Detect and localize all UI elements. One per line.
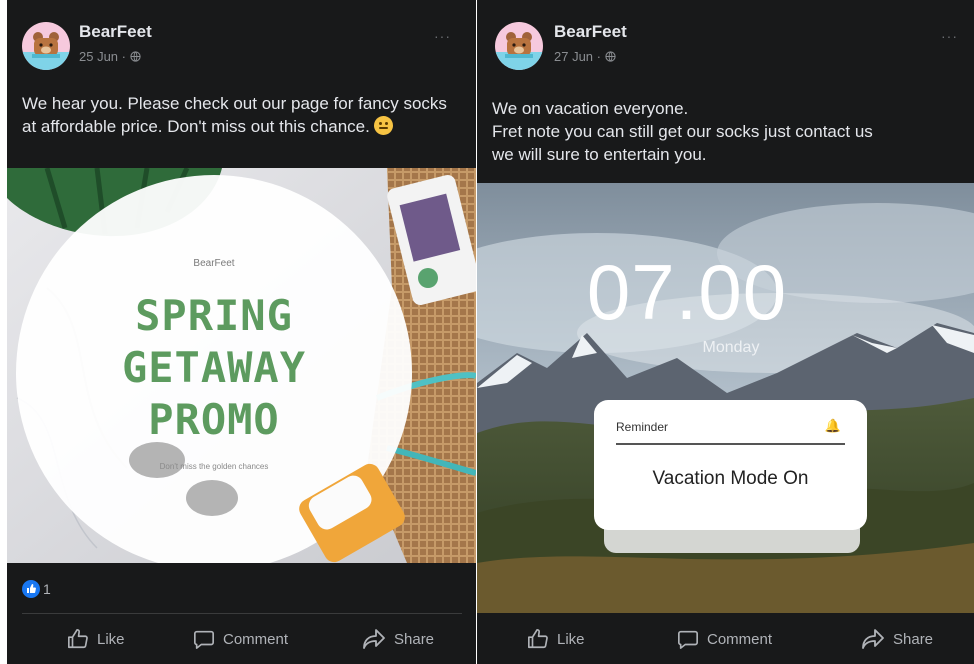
bear-logo-icon	[495, 32, 543, 70]
post-card-1: BearFeet 25 Jun · ··· We hear you. Pleas…	[7, 0, 476, 664]
reminder-title: Reminder	[616, 420, 669, 434]
caption-line-1: We on vacation everyone.	[492, 99, 689, 118]
page-avatar[interactable]	[495, 22, 543, 70]
page-name[interactable]: BearFeet	[79, 22, 152, 42]
post-date-text: 27 Jun ·	[554, 49, 605, 64]
page-avatar[interactable]	[22, 22, 70, 70]
promo-tagline: Don't miss the golden chances	[159, 462, 269, 471]
globe-icon	[129, 51, 141, 62]
post-caption: We hear you. Please check out our page f…	[22, 92, 462, 138]
more-options-icon[interactable]: ···	[434, 28, 451, 44]
like-button[interactable]: Like	[527, 628, 585, 650]
share-icon	[862, 629, 884, 649]
comment-icon	[194, 630, 214, 649]
reminder-text: Vacation Mode On	[652, 468, 809, 489]
promo-image[interactable]: BearFeet SPRING GETAWAY PROMO Don't miss…	[7, 168, 476, 563]
reaction-summary[interactable]: 1	[22, 580, 51, 598]
like-label: Like	[97, 630, 125, 648]
promo-headline-line-3: PROMO	[148, 395, 280, 444]
caption-line-3: we will sure to entertain you.	[492, 145, 707, 164]
promo-brand: BearFeet	[193, 258, 235, 269]
like-label: Like	[557, 630, 585, 648]
like-button[interactable]: Like	[67, 628, 125, 650]
post-card-2: BearFeet 27 Jun · ··· We on vacation eve…	[477, 0, 974, 664]
share-label: Share	[394, 630, 435, 648]
caption-line-2: Fret note you can still get our socks ju…	[492, 122, 873, 141]
clock-day: Monday	[702, 339, 760, 356]
bell-icon: 🔔	[824, 418, 841, 433]
like-reaction-icon	[22, 580, 40, 598]
globe-icon	[604, 51, 616, 62]
reminder-card[interactable]: Reminder 🔔 Vacation Mode On	[594, 400, 867, 530]
post-date[interactable]: 25 Jun ·	[79, 49, 141, 64]
comment-button[interactable]: Comment	[193, 628, 288, 650]
share-button[interactable]: Share	[362, 628, 434, 650]
comment-icon	[678, 630, 698, 649]
like-icon	[528, 629, 548, 649]
reminder-divider	[616, 443, 845, 445]
post-date[interactable]: 27 Jun ·	[554, 49, 616, 64]
like-icon	[68, 629, 88, 649]
share-icon	[363, 629, 385, 649]
comment-label: Comment	[223, 630, 289, 648]
promo-headline: SPRING GETAWAY PROMO	[7, 290, 421, 446]
post-caption: We on vacation everyone. Fret note you c…	[492, 97, 972, 166]
bear-logo-icon	[22, 32, 70, 70]
post-date-text: 25 Jun ·	[79, 49, 130, 64]
reminder-card-shadow	[604, 527, 860, 553]
vacation-image[interactable]: 07.00 Monday Reminder 🔔 Vacation Mode On	[477, 183, 974, 613]
divider	[22, 613, 462, 614]
comment-label: Comment	[707, 630, 773, 648]
more-options-icon[interactable]: ···	[941, 28, 958, 44]
comment-button[interactable]: Comment	[677, 628, 772, 650]
page-name[interactable]: BearFeet	[554, 22, 627, 42]
neutral-face-emoji-icon	[373, 116, 393, 135]
promo-headline-line-2: GETAWAY	[121, 343, 306, 392]
clock-time: 07.00	[586, 248, 788, 336]
promo-headline-line-1: SPRING	[135, 291, 293, 340]
reaction-count: 1	[43, 581, 51, 597]
share-button[interactable]: Share	[861, 628, 933, 650]
share-label: Share	[893, 630, 934, 648]
